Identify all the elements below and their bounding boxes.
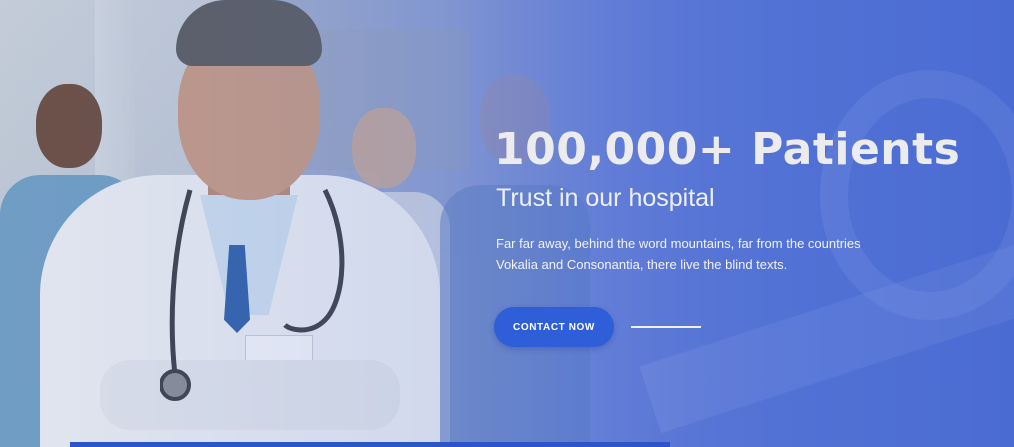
bottom-accent-bar [70,442,670,447]
hero-title: 100,000+ Patients [494,124,961,175]
cta-row: CONTACT NOW [494,307,994,348]
cta-decorative-line [631,326,701,329]
hero-description: Far far away, behind the word mountains,… [496,233,896,275]
hero-description-line-2: Vokalia and Consonantia, there live the … [496,257,788,273]
hero-section: 100,000+ Patients Trust in our hospital … [0,0,1014,447]
hero-content: 100,000+ Patients Trust in our hospital … [494,124,994,348]
hero-subtitle: Trust in our hospital [496,184,715,213]
hero-description-line-1: Far far away, behind the word mountains,… [496,236,861,252]
contact-now-button[interactable]: CONTACT NOW [494,307,614,348]
